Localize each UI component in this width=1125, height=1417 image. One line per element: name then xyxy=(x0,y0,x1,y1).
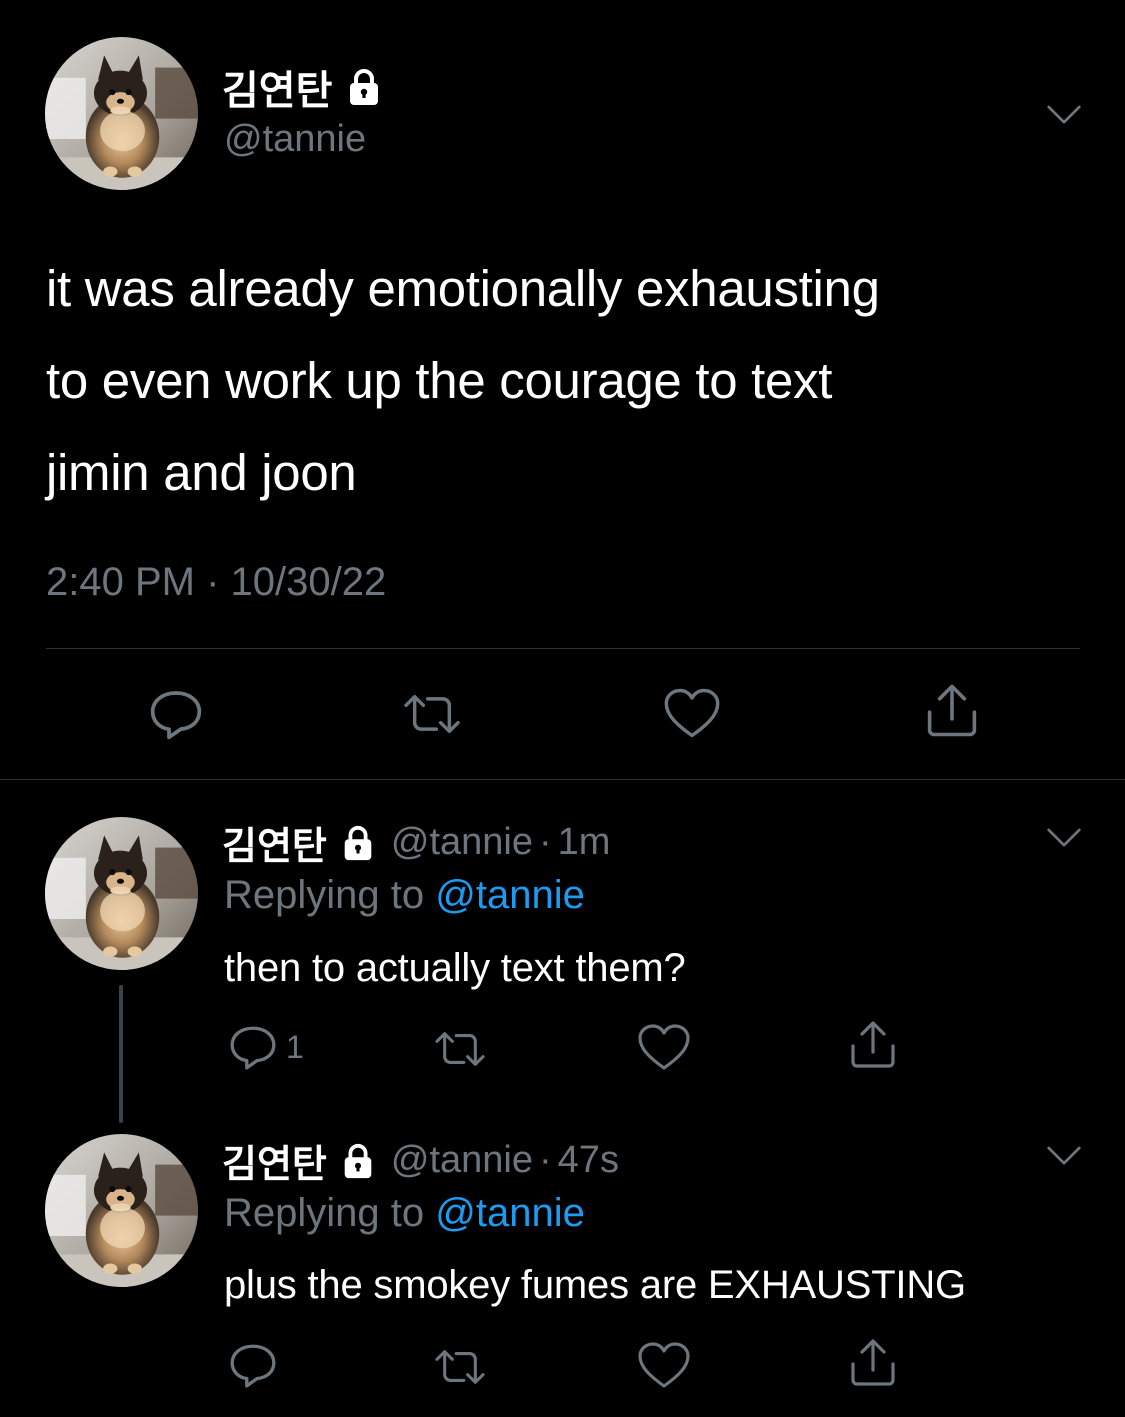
share-button[interactable] xyxy=(848,1338,898,1388)
chevron-down-icon[interactable] xyxy=(1046,1145,1082,1167)
meta-separator: · xyxy=(539,1139,552,1181)
display-name[interactable]: 김연탄 xyxy=(222,58,384,116)
reply-icon xyxy=(228,1340,278,1390)
reply-header: 김연탄 @tannie · 1m xyxy=(222,815,610,870)
divider xyxy=(46,648,1080,649)
reply-button[interactable]: 1 xyxy=(228,1022,304,1072)
chevron-down-icon[interactable] xyxy=(1046,104,1082,126)
share-icon xyxy=(848,1020,898,1070)
retweet-button[interactable] xyxy=(430,1026,490,1072)
reply-time[interactable]: 1m xyxy=(558,821,611,864)
display-name-text: 김연탄 xyxy=(222,69,333,113)
mention-link[interactable]: @tannie xyxy=(435,1191,585,1235)
tweet-date: 10/30/22 xyxy=(230,560,387,604)
chevron-down-icon[interactable] xyxy=(1046,827,1082,849)
lock-icon xyxy=(339,824,377,862)
meta-separator: · xyxy=(539,821,552,863)
retweet-icon xyxy=(430,1026,490,1072)
thread-connector xyxy=(119,985,123,1123)
reply-text: then to actually text them? xyxy=(224,946,686,990)
mention-link[interactable]: @tannie xyxy=(435,873,585,917)
display-name[interactable]: 김연탄 xyxy=(222,815,327,870)
replying-prefix: Replying to xyxy=(224,873,425,917)
like-button[interactable] xyxy=(636,1340,692,1390)
user-handle[interactable]: @tannie xyxy=(391,821,533,864)
retweet-icon xyxy=(430,1344,490,1390)
avatar[interactable] xyxy=(45,37,198,190)
tweet-text-line: jimin and joon xyxy=(46,444,357,501)
user-handle[interactable]: @tannie xyxy=(391,1139,533,1182)
avatar[interactable] xyxy=(45,1134,198,1287)
tweet-text-line: to even work up the courage to text xyxy=(46,352,833,409)
share-button[interactable] xyxy=(924,683,980,739)
like-button[interactable] xyxy=(636,1022,692,1072)
tweet-time: 2:40 PM xyxy=(46,560,195,604)
tweet-timestamp[interactable]: 2:40 PM · 10/30/22 xyxy=(46,560,386,605)
share-icon xyxy=(848,1338,898,1388)
divider xyxy=(0,779,1125,780)
reply-icon xyxy=(148,686,204,742)
reply-time[interactable]: 47s xyxy=(558,1139,619,1182)
avatar[interactable] xyxy=(45,817,198,970)
heart-icon xyxy=(662,686,722,740)
display-name[interactable]: 김연탄 xyxy=(222,1133,327,1188)
reply-button[interactable] xyxy=(148,686,204,742)
reply-text: plus the smokey fumes are EXHAUSTING xyxy=(224,1263,966,1307)
share-button[interactable] xyxy=(848,1020,898,1070)
meta-separator: · xyxy=(206,560,220,604)
heart-icon xyxy=(636,1022,692,1072)
reply-button[interactable] xyxy=(228,1340,278,1390)
retweet-button[interactable] xyxy=(430,1344,490,1390)
tweet-text: it was already emotionally exhausting to… xyxy=(46,243,1086,519)
heart-icon xyxy=(636,1340,692,1390)
lock-icon xyxy=(339,1142,377,1180)
replying-to: Replying to @tannie xyxy=(224,1191,585,1236)
retweet-icon xyxy=(398,688,466,740)
user-handle[interactable]: @tannie xyxy=(224,118,366,161)
share-icon xyxy=(924,683,980,739)
reply-header: 김연탄 @tannie · 47s xyxy=(222,1133,619,1188)
retweet-button[interactable] xyxy=(398,688,466,740)
tweet-text-line: it was already emotionally exhausting xyxy=(46,260,880,317)
reply-icon xyxy=(228,1022,278,1072)
replying-to: Replying to @tannie xyxy=(224,873,585,918)
like-button[interactable] xyxy=(662,686,722,740)
lock-icon xyxy=(344,67,384,107)
replying-prefix: Replying to xyxy=(224,1191,425,1235)
reply-count: 1 xyxy=(286,1028,304,1065)
